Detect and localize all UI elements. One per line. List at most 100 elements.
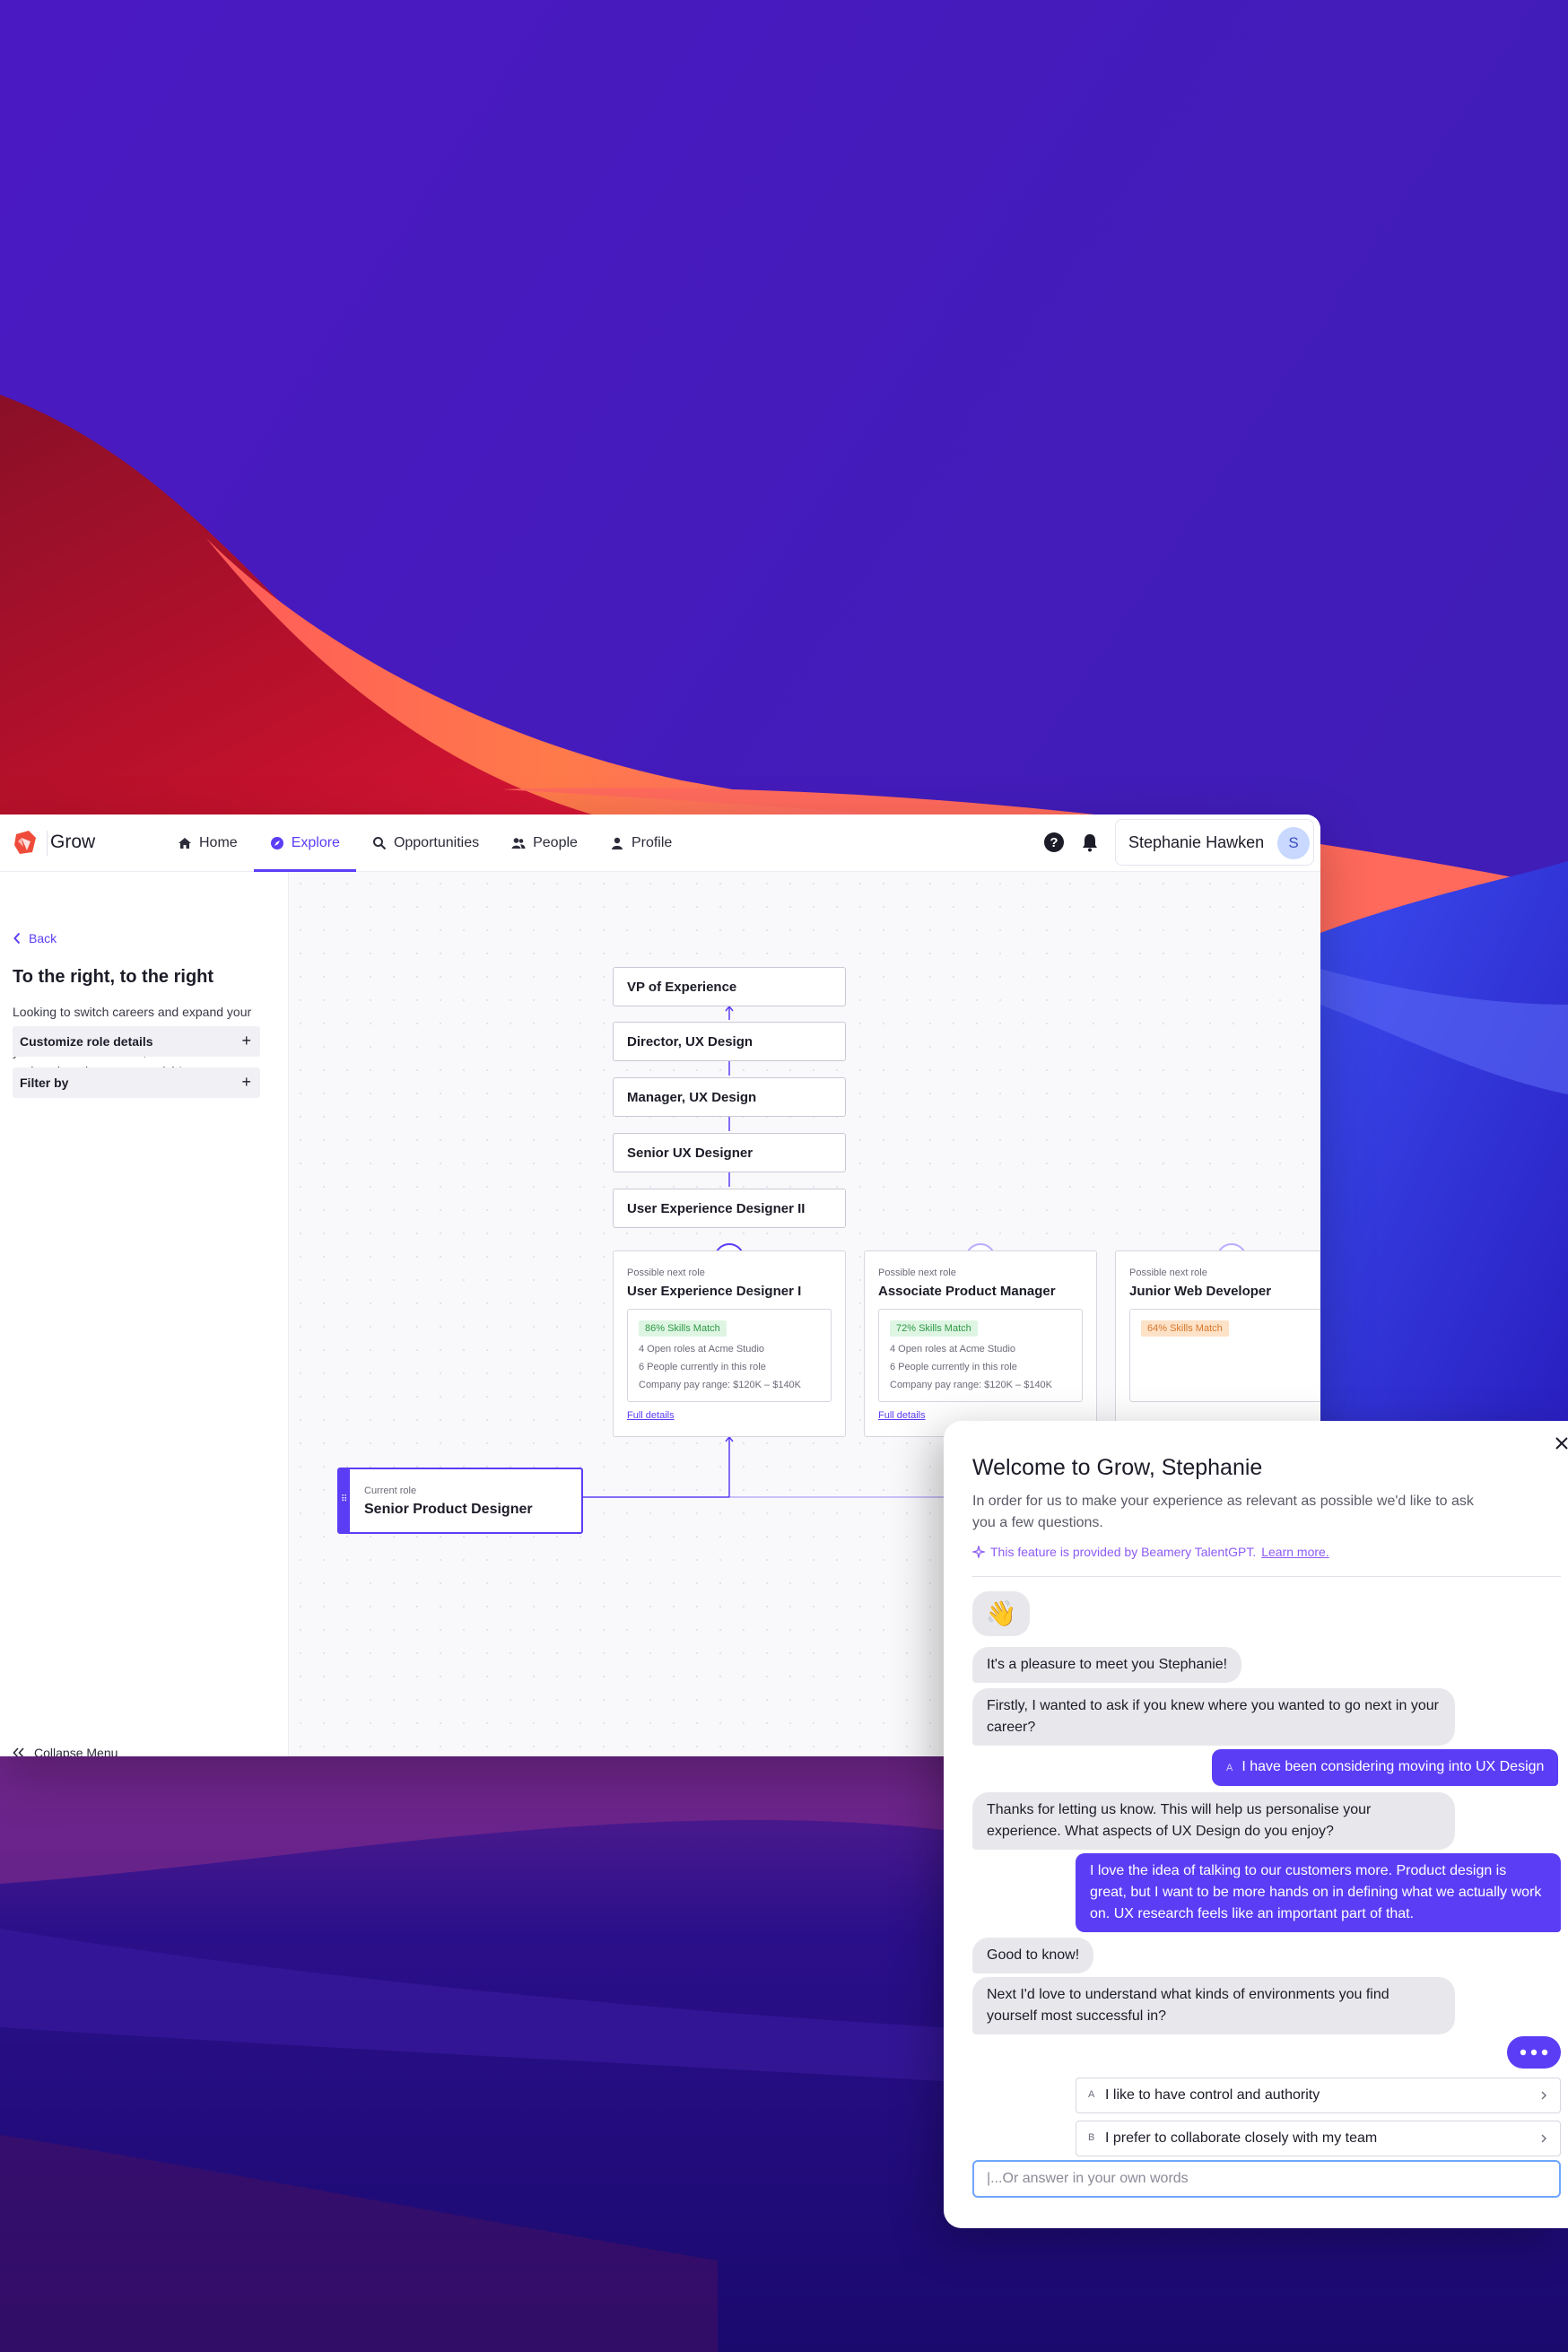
current-role-card[interactable]: ⠿ Current role Senior Product Designer <box>337 1468 583 1534</box>
path-role-title: Senior UX Designer <box>627 1146 754 1161</box>
path-role-card[interactable]: Manager, UX Design <box>613 1077 846 1117</box>
user-menu-button[interactable]: Stephanie Hawken S <box>1115 819 1314 866</box>
nav-explore-label: Explore <box>291 835 340 850</box>
bell-icon[interactable] <box>1079 832 1101 853</box>
bot-message: Good to know! <box>972 1938 1094 1973</box>
bot-message: It's a pleasure to meet you Stephanie! <box>972 1647 1242 1683</box>
role-stat-line: Company pay range: $120K – $140K <box>639 1380 802 1390</box>
role-stat-line: 4 Open roles at Acme Studio <box>639 1344 765 1355</box>
double-chevron-left-icon <box>13 1747 24 1756</box>
app-name: Grow <box>50 832 96 852</box>
option-key: B <box>1088 2132 1095 2143</box>
plus-icon: + <box>241 1073 251 1091</box>
customize-role-details-accordion[interactable]: Customize role details + <box>13 1026 260 1057</box>
ellipsis-icon <box>1520 2049 1548 2056</box>
learn-more-link[interactable]: Learn more. <box>1261 1545 1328 1559</box>
filter-by-accordion[interactable]: Filter by + <box>13 1067 260 1098</box>
person-icon <box>611 837 623 849</box>
divider <box>972 1576 1561 1577</box>
option-key: A <box>1088 2089 1095 2100</box>
current-role-kicker: Current role <box>364 1485 417 1496</box>
main-nav: Home Explore Opportunities People Profil… <box>161 814 688 872</box>
user-name: Stephanie Hawken <box>1128 833 1265 851</box>
bot-message: Firstly, I wanted to ask if you knew whe… <box>972 1688 1455 1746</box>
collapse-menu-button[interactable]: Collapse Menu <box>13 1746 118 1756</box>
nav-profile[interactable]: Profile <box>594 814 688 872</box>
skills-match-badge: 64% Skills Match <box>1141 1320 1229 1337</box>
path-role-card[interactable]: User Experience Designer II <box>613 1189 846 1228</box>
search-icon <box>372 837 387 850</box>
feature-notice: This feature is provided by Beamery Tale… <box>972 1545 1329 1559</box>
role-kicker: Possible next role <box>1129 1267 1207 1278</box>
path-role-title: User Experience Designer II <box>627 1201 806 1216</box>
full-details-link[interactable]: Full details <box>878 1410 926 1421</box>
answer-option-b[interactable]: B I prefer to collaborate closely with m… <box>1076 2121 1561 2156</box>
nav-people[interactable]: People <box>495 814 594 872</box>
feature-text: This feature is provided by Beamery Tale… <box>990 1545 1257 1559</box>
accordion-label: Customize role details <box>20 1034 153 1049</box>
role-kicker: Possible next role <box>627 1267 705 1278</box>
next-role-card[interactable]: Possible next role User Experience Desig… <box>613 1250 846 1437</box>
next-role-card[interactable]: Possible next role Junior Web Developer … <box>1115 1250 1320 1437</box>
chevron-right-icon <box>1541 2134 1546 2143</box>
wave-emoji-bubble: 👋 <box>972 1591 1030 1636</box>
path-role-card[interactable]: Director, UX Design <box>613 1022 846 1061</box>
grip-icon: ⠿ <box>341 1494 347 1504</box>
chevron-right-icon <box>1541 2091 1546 2100</box>
nav-opportunities-label: Opportunities <box>393 835 480 850</box>
nav-home[interactable]: Home <box>161 814 254 872</box>
path-role-title: Manager, UX Design <box>627 1090 757 1105</box>
next-role-card[interactable]: Possible next role Associate Product Man… <box>864 1250 1097 1437</box>
role-stats: 72% Skills Match 4 Open roles at Acme St… <box>878 1309 1083 1402</box>
option-label: I prefer to collaborate closely with my … <box>1105 2130 1378 2146</box>
back-label: Back <box>29 931 57 945</box>
role-title: Associate Product Manager <box>878 1284 1056 1299</box>
typing-indicator <box>1507 2036 1561 2069</box>
role-kicker: Possible next role <box>878 1267 956 1278</box>
path-role-card[interactable]: VP of Experience <box>613 967 846 1006</box>
user-message: I love the idea of talking to our custom… <box>1076 1853 1561 1932</box>
skills-match-badge: 72% Skills Match <box>890 1320 978 1337</box>
people-icon <box>511 838 526 849</box>
nav-profile-label: Profile <box>631 835 673 850</box>
role-title: User Experience Designer I <box>627 1284 802 1299</box>
chat-subtitle: In order for us to make your experience … <box>972 1494 1474 1530</box>
close-icon[interactable] <box>1554 1435 1568 1451</box>
option-label: I like to have control and authority <box>1105 2087 1320 2103</box>
role-stats: 64% Skills Match <box>1129 1309 1320 1402</box>
nav-opportunities[interactable]: Opportunities <box>356 814 495 872</box>
plus-icon: + <box>241 1032 251 1050</box>
chat-answer-input[interactable] <box>972 2160 1561 2198</box>
collapse-menu-label: Collapse Menu <box>34 1746 118 1756</box>
page-title: To the right, to the right <box>13 967 214 987</box>
role-stat-line: Company pay range: $120K – $140K <box>890 1380 1053 1390</box>
role-stat-line: 6 People currently in this role <box>890 1362 1017 1372</box>
chat-title: Welcome to Grow, Stephanie <box>972 1455 1263 1480</box>
role-stats: 86% Skills Match 4 Open roles at Acme St… <box>627 1309 832 1402</box>
user-message: A I have been considering moving into UX … <box>1212 1749 1559 1786</box>
home-icon <box>179 838 191 849</box>
current-role-title: Senior Product Designer <box>364 1502 533 1517</box>
nav-home-label: Home <box>199 835 238 850</box>
nav-explore[interactable]: Explore <box>253 814 357 872</box>
back-link[interactable]: Back <box>13 931 57 945</box>
path-role-title: Director, UX Design <box>627 1034 754 1050</box>
path-role-title: VP of Experience <box>627 980 737 995</box>
onboarding-chat-panel: Welcome to Grow, Stephanie In order for … <box>944 1421 1568 2228</box>
skills-match-badge: 86% Skills Match <box>639 1320 727 1337</box>
svg-text:?: ? <box>1050 835 1058 850</box>
path-role-card[interactable]: Senior UX Designer <box>613 1133 846 1172</box>
avatar: S <box>1277 827 1310 859</box>
full-details-link[interactable]: Full details <box>627 1410 675 1421</box>
drag-handle[interactable]: ⠿ <box>339 1469 350 1532</box>
role-title: Junior Web Developer <box>1129 1284 1272 1299</box>
sparkle-icon <box>972 1546 985 1558</box>
bot-message: Thanks for letting us know. This will he… <box>972 1792 1455 1850</box>
compass-icon <box>270 837 283 849</box>
answer-option-a[interactable]: A I like to have control and authority <box>1076 2078 1561 2113</box>
sidebar: Back To the right, to the right Looking … <box>0 872 289 1756</box>
top-navigation-bar: Grow Home Explore Opportunities People P… <box>0 814 1320 872</box>
help-icon[interactable]: ? <box>1043 832 1065 853</box>
grow-logo-icon <box>14 831 36 854</box>
role-stat-line: 6 People currently in this role <box>639 1362 766 1372</box>
